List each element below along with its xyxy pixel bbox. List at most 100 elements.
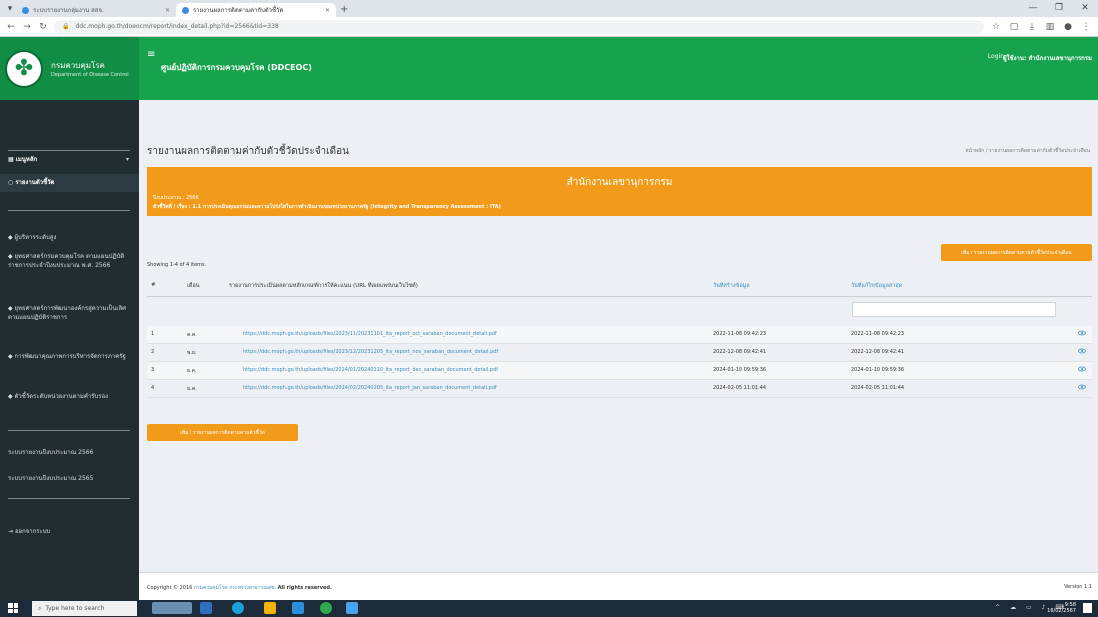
row-month: ต.ค. [187, 332, 197, 338]
news-widget-icon[interactable] [152, 602, 192, 614]
profile-icon[interactable]: ● [1062, 22, 1074, 32]
footer: Copyright © 2016 กรมควบคุมโรค กระทรวงสาธ… [139, 572, 1098, 600]
row-created: 2022-12-08 09:42:41 [713, 349, 767, 355]
table-row: 3 ธ.ค. https://ddc.moph.go.th/uploads/fi… [147, 362, 1092, 380]
tab-search-icon[interactable]: ▾ [4, 3, 16, 15]
sidebar-divider [8, 498, 130, 499]
row-url-link[interactable]: https://ddc.moph.go.th/uploads/files/202… [243, 349, 691, 355]
taskbar-clock[interactable]: 9:58 16/02/2567 [1047, 602, 1076, 614]
sidebar-item-label: เมนูหลัก [15, 156, 38, 163]
download-icon[interactable]: ⤓ [1026, 22, 1038, 32]
lock-icon: 🔒 [62, 23, 70, 30]
sidebar-item-executive[interactable]: ◆ ผู้บริหารระดับสูง [8, 233, 133, 242]
file-explorer-icon[interactable] [264, 602, 276, 614]
hamburger-icon[interactable]: ≡ [147, 49, 155, 60]
eye-icon[interactable] [1078, 366, 1086, 372]
clock-date: 16/02/2567 [1047, 608, 1076, 614]
eye-icon[interactable] [1078, 330, 1086, 336]
chrome-icon[interactable] [320, 602, 332, 614]
search-icon: ⌕ [38, 604, 42, 612]
task-view-icon[interactable] [200, 602, 212, 614]
row-url-link[interactable]: https://ddc.moph.go.th/uploads/files/202… [243, 385, 691, 391]
browser-tab-1[interactable]: ระบบรายงานกลุ่มงาน สสจ. ✕ [16, 3, 176, 17]
breadcrumb[interactable]: หน้าหลัก / รายงานผลการติดตามค่ากับตัวชี้… [965, 147, 1090, 155]
store-icon[interactable] [292, 602, 304, 614]
org-banner: สำนักงานเลขานุการกรม ปีงบประมาณ : 2566 ต… [147, 167, 1092, 216]
extensions-icon[interactable]: ▢ [1008, 22, 1020, 32]
row-number: 1 [151, 331, 155, 337]
reload-icon[interactable]: ↻ [38, 22, 48, 32]
logo-line2: Department of Disease Control [51, 72, 129, 78]
sidebar-item-unit-kpi[interactable]: ◆ ตัวชี้วัดระดับหน่วยงานตามคำรับรอง [8, 392, 133, 401]
ddc-logo-icon: ✤ [5, 49, 43, 88]
sidebar-item-label: ตัวชี้วัดระดับหน่วยงานตามคำรับรอง [14, 393, 109, 400]
minimize-icon[interactable]: — [1020, 0, 1046, 17]
forward-icon[interactable]: → [22, 22, 32, 32]
row-updated: 2024-01-10 09:59:36 [851, 367, 905, 373]
row-month: ม.ค. [187, 386, 197, 392]
table-summary: Showing 1-4 of 4 items. [147, 262, 207, 268]
new-tab-icon[interactable]: + [340, 4, 348, 15]
sidebar-item-label: ออกจากระบบ [14, 528, 51, 535]
user-menu[interactable]: ผู้ใช้งาน: สำนักงานเลขานุการกรม [1003, 53, 1092, 63]
close-icon[interactable]: ✕ [165, 7, 170, 14]
url-text: ddc.moph.go.th/doeocm/report/index_detai… [75, 23, 279, 30]
browser-tab-2[interactable]: รายงานผลการติดตามค่ากับตัวชี้วัด ✕ [176, 3, 336, 17]
row-updated: 2022-12-08 09:42:41 [851, 349, 905, 355]
page-title: รายงานผลการติดตามค่ากับตัวชี้วัดประจำเดื… [147, 146, 349, 157]
menu-icon[interactable]: ⋮ [1080, 22, 1092, 32]
eye-icon[interactable] [1078, 348, 1086, 354]
star-icon[interactable]: ☆ [990, 22, 1002, 32]
eye-icon[interactable] [1078, 384, 1086, 390]
sidebar-divider [8, 150, 130, 151]
sidebar-item-org-strategy[interactable]: ◆ ยุทธศาสตร์การพัฒนาองค์กรสู่ความเป็นเลิ… [8, 304, 133, 322]
address-bar: ← → ↻ 🔒 ddc.moph.go.th/doeocm/report/inde… [0, 17, 1098, 37]
chevron-down-icon: ▾ [125, 156, 129, 163]
sidebar-item-indicator-report[interactable]: ○ รายงานตัวชี้วัด [8, 178, 133, 187]
sidebar-item-pmqa[interactable]: ◆ การพัฒนาคุณภาพการบริหารจัดการภาครัฐ [8, 352, 133, 361]
add-report-button-bottom[interactable]: เพิ่ม / รายงานผลการติดตามตามตัวชี้วัด [147, 424, 298, 441]
sidebar-item-label: การพัฒนาคุณภาพการบริหารจัดการภาครัฐ [14, 353, 126, 360]
sidebar-item-logout[interactable]: ⇥ ออกจากระบบ [8, 527, 133, 536]
column-header-number: # [151, 282, 156, 288]
copyright-suffix: All rights reserved. [277, 585, 332, 591]
close-icon[interactable]: ✕ [325, 7, 330, 14]
column-header-created[interactable]: วันที่สร้างข้อมูล [713, 282, 750, 290]
column-header-updated[interactable]: วันที่แก้ไขข้อมูลล่าสุด [851, 282, 902, 290]
row-created: 2024-02-05 11:01:44 [713, 385, 767, 391]
back-icon[interactable]: ← [6, 22, 16, 32]
row-url-link[interactable]: https://ddc.moph.go.th/uploads/files/202… [243, 367, 691, 373]
sidebar-toggle-icon[interactable]: ▥ [1044, 22, 1056, 32]
windows-start-icon[interactable] [8, 603, 18, 613]
search-placeholder: Type here to search [45, 605, 105, 612]
sidebar-item-year-2566[interactable]: ระบบรายงานปีงบประมาณ 2566 [8, 448, 133, 457]
favicon-icon [182, 6, 189, 14]
sidebar-item-year-2565[interactable]: ระบบรายงานปีงบประมาณ 2565 [8, 474, 133, 483]
row-url-link[interactable]: https://ddc.moph.go.th/uploads/files/202… [243, 331, 691, 337]
edge-icon[interactable] [232, 602, 244, 614]
fiscal-year: ปีงบประมาณ : 2566 [153, 195, 199, 201]
copyright-prefix: Copyright © 2016 [147, 585, 193, 591]
add-report-button-top[interactable]: เพิ่ม / รายงานผลการติดตามตามตัวชี้วัดประ… [941, 244, 1092, 261]
taskbar-search-input[interactable]: ⌕ Type here to search [32, 601, 137, 616]
tab-label: ระบบรายงานกลุ่มงาน สสจ. [33, 7, 104, 14]
sidebar-item-main-menu[interactable]: ▦ เมนูหลัก [8, 155, 133, 164]
copyright: Copyright © 2016 กรมควบคุมโรค กระทรวงสาธ… [147, 585, 332, 591]
maximize-icon[interactable]: ❐ [1046, 0, 1072, 17]
login-link[interactable]: Login [988, 53, 1004, 60]
close-window-icon[interactable]: ✕ [1072, 0, 1098, 17]
app-icon[interactable] [346, 602, 358, 614]
copyright-org-link[interactable]: กรมควบคุมโรค กระทรวงสาธารณสุข [194, 585, 274, 591]
row-month: พ.ย. [187, 350, 197, 356]
sidebar: ▦ เมนูหลัก ▾ ○ รายงานตัวชี้วัด ◆ ผู้บริห… [0, 100, 139, 600]
version-label: Version 1.1 [1064, 584, 1092, 590]
windows-taskbar: ⌕ Type here to search ^ ☁ ▭ ♪ ⌨ 9:58 16/02… [0, 600, 1098, 617]
logo-area[interactable]: ✤ กรมควบคุมโรค Department of Disease Con… [0, 37, 139, 100]
row-number: 3 [151, 367, 155, 373]
sidebar-item-label: ยุทธศาสตร์กรมควบคุมโรค ตามแผนปฏิบัติราชก… [8, 253, 125, 269]
updated-filter-input[interactable] [852, 302, 1056, 317]
sidebar-item-label: ผู้บริหารระดับสูง [14, 234, 57, 241]
notification-icon[interactable] [1083, 603, 1092, 613]
url-input[interactable]: 🔒 ddc.moph.go.th/doeocm/report/index_deta… [54, 19, 984, 34]
sidebar-item-strategy[interactable]: ◆ ยุทธศาสตร์กรมควบคุมโรค ตามแผนปฏิบัติรา… [8, 252, 133, 270]
